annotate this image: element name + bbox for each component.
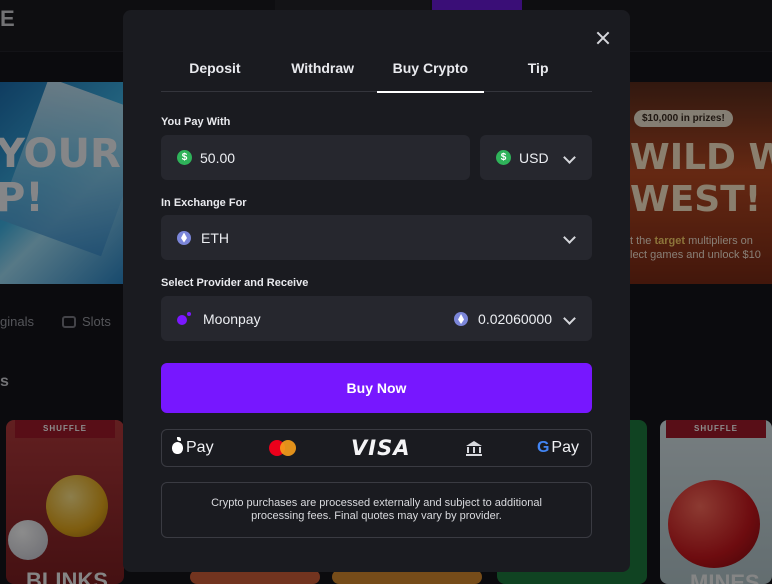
apple-icon — [172, 437, 183, 454]
chevron-down-icon — [563, 231, 576, 244]
close-icon[interactable] — [593, 28, 613, 48]
chevron-down-icon — [563, 151, 576, 164]
google-pay-logo: G Pay — [536, 439, 579, 456]
currency-select[interactable]: $ USD — [480, 135, 592, 180]
pay-with-label: You Pay With — [161, 116, 231, 128]
tab-withdraw[interactable]: Withdraw — [269, 56, 377, 91]
crypto-select[interactable]: ETH — [161, 215, 592, 260]
fees-note: Crypto purchases are processed externall… — [161, 482, 592, 538]
chevron-down-icon — [563, 312, 576, 325]
google-icon: G — [536, 439, 550, 456]
tab-tip[interactable]: Tip — [484, 56, 592, 91]
tab-deposit[interactable]: Deposit — [161, 56, 269, 91]
pay-amount-value: 50.00 — [200, 149, 236, 166]
mastercard-icon — [268, 440, 296, 456]
fees-note-text: Crypto purchases are processed externall… — [211, 497, 542, 522]
visa-logo: VISA — [351, 436, 411, 460]
bank-icon — [465, 440, 482, 456]
payment-methods: Pay VISA G Pay — [161, 429, 592, 467]
tab-buy-crypto[interactable]: Buy Crypto — [376, 56, 485, 93]
receive-amount: 0.02060000 — [454, 311, 552, 327]
dollar-icon: $ — [496, 150, 511, 165]
provider-label: Select Provider and Receive — [161, 277, 309, 289]
currency-value: USD — [519, 149, 549, 166]
apple-pay-logo: Pay — [172, 437, 214, 457]
provider-select[interactable]: Moonpay 0.02060000 — [161, 296, 592, 341]
buy-now-button[interactable]: Buy Now — [161, 363, 592, 413]
receive-amount-value: 0.02060000 — [478, 311, 552, 327]
provider-name: Moonpay — [203, 310, 261, 327]
wallet-modal: Deposit Withdraw Buy Crypto Tip You Pay … — [123, 10, 630, 572]
dollar-icon: $ — [177, 150, 192, 165]
eth-icon — [177, 230, 191, 245]
wallet-tabs: Deposit Withdraw Buy Crypto Tip — [161, 56, 592, 93]
eth-icon — [454, 312, 469, 326]
pay-amount-input[interactable]: $ 50.00 — [161, 135, 470, 180]
exchange-for-label: In Exchange For — [161, 197, 247, 209]
moonpay-icon — [177, 311, 193, 326]
crypto-value: ETH — [201, 229, 229, 246]
